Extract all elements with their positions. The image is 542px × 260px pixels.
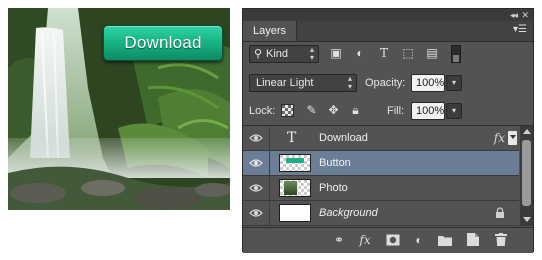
layer-list: T Download fx Button Photo Background xyxy=(243,126,519,226)
panel-footer: ⚭ fx ◐ xyxy=(243,227,533,253)
layer-list-scrollbar[interactable] xyxy=(520,126,533,226)
lock-paint-icon[interactable]: ✎ xyxy=(305,104,318,117)
layer-row-download[interactable]: T Download fx xyxy=(243,126,519,151)
new-layer-icon[interactable] xyxy=(465,232,481,248)
filter-kind-label: Kind xyxy=(266,48,289,60)
image-filter-icon[interactable]: ▣ xyxy=(329,46,343,60)
lock-move-icon[interactable]: ✥ xyxy=(327,104,340,117)
effects-expand-toggle[interactable] xyxy=(508,131,517,145)
stepper-arrows-icon: ▴ ▾ xyxy=(309,45,314,62)
layers-panel: ◂◂ ✕ Layers ▾☰ ⚲ Kind ▴ ▾ ▣ ◐ T ⬚ ▤ Linea… xyxy=(242,8,534,253)
fill-label: Fill: xyxy=(387,105,405,117)
opacity-label: Opacity: xyxy=(365,77,406,89)
layer-filter-row: ⚲ Kind ▴ ▾ ▣ ◐ T ⬚ ▤ xyxy=(243,41,533,67)
opacity-dropdown-button[interactable]: ▾ xyxy=(446,75,462,91)
lock-label: Lock: xyxy=(249,105,276,117)
blend-mode-row: Linear Light ▴ ▾ Opacity: 100% ▾ xyxy=(243,71,533,95)
fill-value: 100% xyxy=(416,105,445,117)
magnifier-icon: ⚲ xyxy=(254,48,263,60)
close-panel-icon[interactable]: ✕ xyxy=(521,9,529,21)
tab-layers[interactable]: Layers xyxy=(243,21,298,41)
layer-row-background[interactable]: Background xyxy=(243,201,519,226)
lock-all-icon[interactable]: 🔒︎ xyxy=(349,104,362,117)
group-folder-icon[interactable] xyxy=(437,232,453,248)
visibility-eye-icon[interactable] xyxy=(243,126,270,150)
scroll-thumb[interactable] xyxy=(522,140,531,206)
text-layer-type-icon: T xyxy=(287,130,297,146)
layer-thumbnail xyxy=(279,154,311,172)
stepper-arrows-icon: ▴ ▾ xyxy=(347,74,352,91)
photo-preview: Download xyxy=(8,8,230,210)
shape-filter-icon[interactable]: ⬚ xyxy=(401,46,415,60)
scroll-down-arrow-icon[interactable] xyxy=(523,217,531,222)
blend-mode-select[interactable]: Linear Light ▴ ▾ xyxy=(249,74,357,92)
layer-name[interactable]: Download xyxy=(319,126,368,150)
link-icon[interactable]: ⚭ xyxy=(331,232,347,248)
blend-mode-value: Linear Light xyxy=(256,77,314,89)
opacity-field[interactable]: 100% xyxy=(411,74,445,92)
visibility-eye-icon[interactable] xyxy=(243,176,270,200)
download-button-preview: Download xyxy=(103,25,223,61)
panel-tab-bar: Layers ▾☰ xyxy=(243,21,533,42)
layer-name[interactable]: Button xyxy=(319,151,351,175)
visibility-eye-icon[interactable] xyxy=(243,201,270,225)
lock-transparent-icon[interactable] xyxy=(281,104,294,117)
lock-row: Lock: ✎ ✥ 🔒︎ Fill: 100% ▾ xyxy=(243,99,533,123)
collapse-panel-icon[interactable]: ◂◂ xyxy=(510,9,518,21)
adjustment-icon[interactable]: ◐ xyxy=(411,232,427,248)
layer-effects-fx-icon[interactable]: fx xyxy=(494,126,505,150)
layer-thumbnail xyxy=(279,179,311,197)
layer-row-button[interactable]: Button xyxy=(243,151,519,176)
trash-icon[interactable] xyxy=(493,232,509,248)
panel-menu-icon[interactable]: ▾☰ xyxy=(513,24,527,35)
smart-object-filter-icon[interactable]: ▤ xyxy=(425,46,439,60)
layer-name[interactable]: Background xyxy=(319,201,378,225)
fill-field[interactable]: 100% xyxy=(411,102,445,120)
layer-locked-icon[interactable] xyxy=(495,201,505,225)
filter-toggle-switch[interactable] xyxy=(451,45,461,63)
filter-kind-select[interactable]: ⚲ Kind ▴ ▾ xyxy=(249,45,319,63)
layer-name[interactable]: Photo xyxy=(319,176,348,200)
type-filter-icon[interactable]: T xyxy=(377,46,391,60)
layer-row-photo[interactable]: Photo xyxy=(243,176,519,201)
panel-title-strip: ◂◂ ✕ xyxy=(243,9,533,21)
fx-icon[interactable]: fx xyxy=(357,232,373,248)
scroll-up-arrow-icon[interactable] xyxy=(523,129,531,134)
adjustment-filter-icon[interactable]: ◐ xyxy=(353,46,367,60)
layer-thumbnail xyxy=(279,204,311,222)
opacity-value: 100% xyxy=(416,77,445,89)
fill-dropdown-button[interactable]: ▾ xyxy=(446,103,462,119)
mask-icon[interactable] xyxy=(385,232,401,248)
visibility-eye-icon[interactable] xyxy=(243,151,270,175)
